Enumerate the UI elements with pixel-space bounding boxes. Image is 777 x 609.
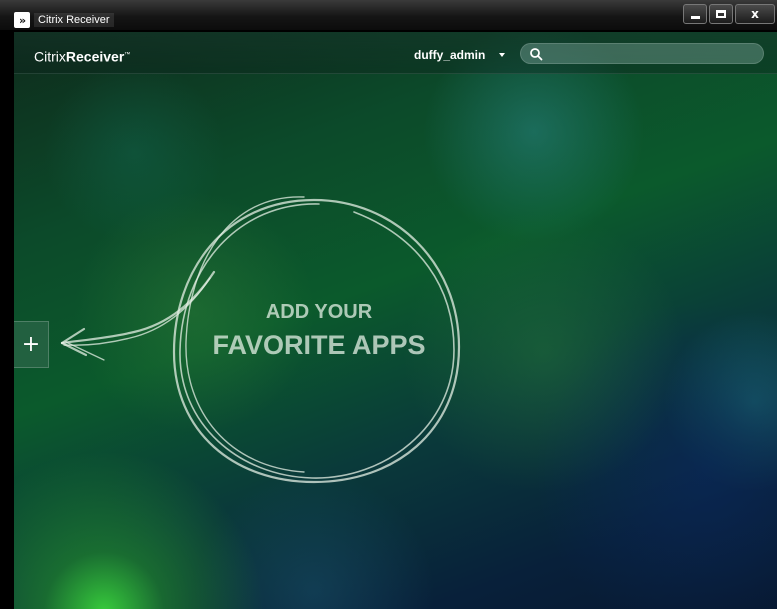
- window-controls: x: [683, 4, 775, 24]
- app-header: CitrixReceiver™ duffy_admin: [14, 32, 777, 74]
- user-menu[interactable]: duffy_admin: [414, 46, 506, 64]
- app-content: CitrixReceiver™ duffy_admin ADD YOUR FAV…: [14, 32, 777, 609]
- brand-citrix: Citrix: [34, 48, 66, 65]
- brand-receiver: Receiver: [65, 48, 125, 65]
- window-titlebar[interactable]: » Citrix Receiver x: [0, 0, 777, 31]
- username-label: duffy_admin: [414, 48, 486, 62]
- chevron-down-icon: [499, 53, 506, 57]
- search-icon: [530, 48, 543, 61]
- cta-line-1: ADD YOUR: [265, 301, 373, 323]
- minimize-button[interactable]: [683, 4, 707, 24]
- search-box[interactable]: [520, 43, 764, 64]
- citrix-receiver-logo: CitrixReceiver™: [34, 46, 130, 66]
- maximize-button[interactable]: [709, 4, 733, 24]
- plus-icon: +: [21, 332, 41, 357]
- window-title: Citrix Receiver: [34, 13, 114, 27]
- brand-trademark: ™: [124, 52, 131, 58]
- close-icon: x: [751, 7, 759, 21]
- add-favorite-apps-message: ADD YOUR FAVORITE APPS: [184, 300, 454, 362]
- minimize-icon: [690, 15, 700, 19]
- cta-line-2: FAVORITE APPS: [212, 330, 426, 360]
- citrix-receiver-icon: »: [14, 12, 30, 28]
- close-button[interactable]: x: [735, 4, 775, 24]
- add-apps-button[interactable]: +: [14, 321, 49, 368]
- search-input[interactable]: [547, 46, 757, 62]
- maximize-icon: [716, 10, 726, 18]
